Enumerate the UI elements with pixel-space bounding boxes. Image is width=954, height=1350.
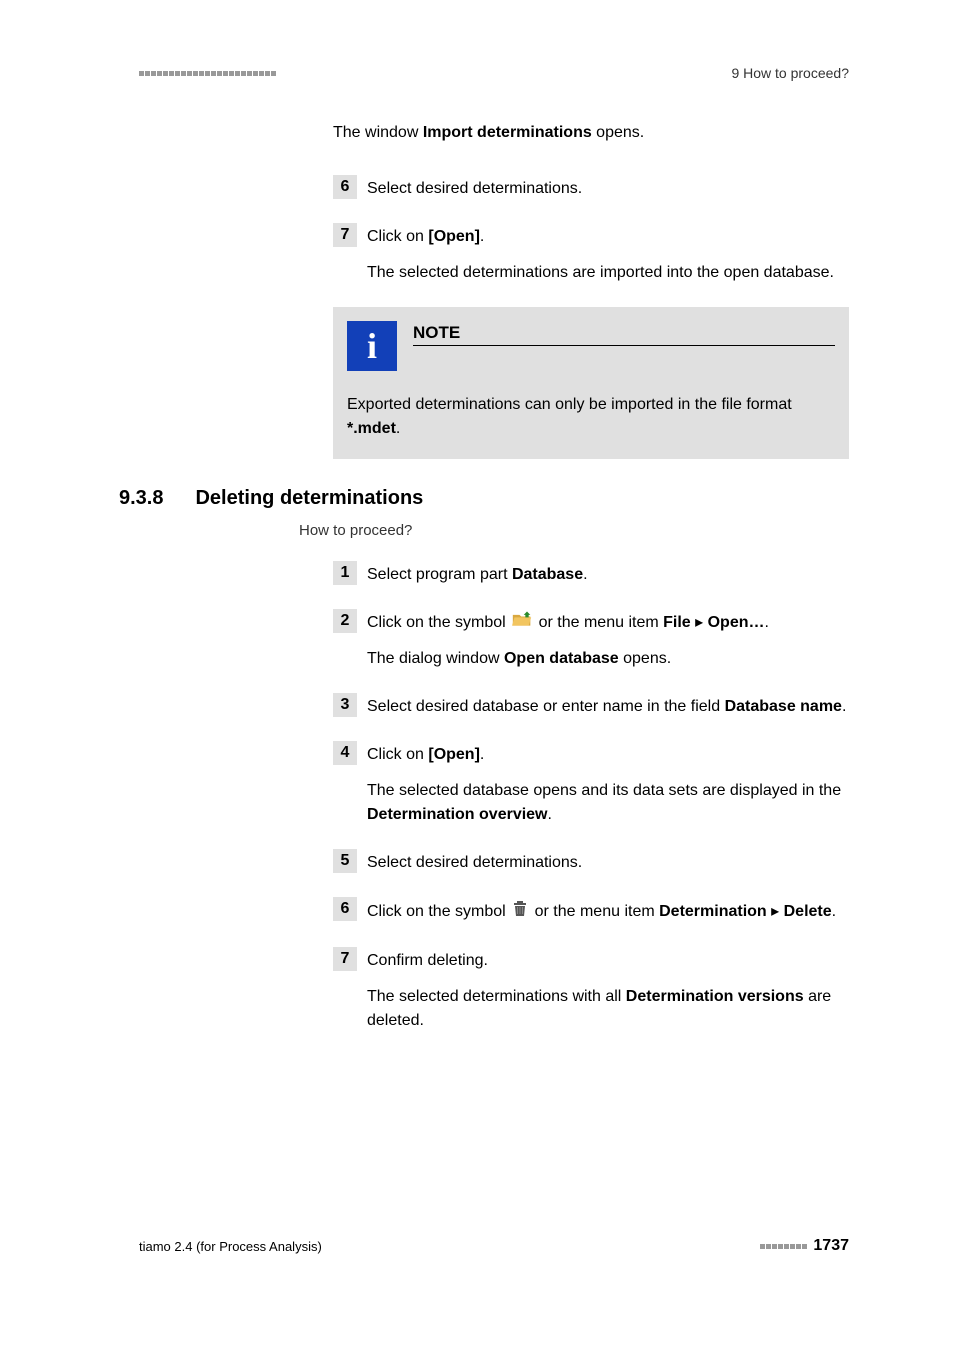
step-follow-text: The selected database opens and its data… xyxy=(367,779,849,827)
step-1: 1 Select program part Database. xyxy=(333,561,849,587)
step-5: 5 Select desired determinations. xyxy=(333,849,849,875)
note-body: Exported determinations can only be impo… xyxy=(347,393,835,441)
step-text: Click on [Open]. xyxy=(367,741,849,767)
page-header: 9 How to proceed? xyxy=(139,65,849,81)
step-number: 5 xyxy=(333,849,357,873)
step-number: 3 xyxy=(333,693,357,717)
step-follow-text: The selected determinations are imported… xyxy=(367,261,849,285)
step-7-top: 7 Click on [Open]. xyxy=(333,223,849,249)
step-text: Select desired database or enter name in… xyxy=(367,693,849,719)
section-number: 9.3.8 xyxy=(119,487,163,510)
section-heading: 9.3.8 Deleting determinations xyxy=(119,487,849,510)
section-title: Deleting determinations xyxy=(195,487,423,510)
step-number: 4 xyxy=(333,741,357,765)
step-2: 2 Click on the symbol or the menu item F… xyxy=(333,609,849,635)
section-subtitle: How to proceed? xyxy=(299,522,849,539)
step-number: 1 xyxy=(333,561,357,585)
step-7: 7 Confirm deleting. xyxy=(333,947,849,973)
step-follow-text: The selected determinations with all Det… xyxy=(367,985,849,1033)
step-number: 2 xyxy=(333,609,357,633)
info-icon: i xyxy=(347,321,397,371)
step-6-top: 6 Select desired determinations. xyxy=(333,175,849,201)
step-follow-text: The dialog window Open database opens. xyxy=(367,647,849,671)
page-footer: tiamo 2.4 (for Process Analysis) 1737 xyxy=(139,1237,849,1255)
note-title: NOTE xyxy=(413,323,835,346)
trash-icon xyxy=(512,899,528,925)
intro-text: The window Import determinations opens. xyxy=(333,121,849,145)
step-number: 6 xyxy=(333,897,357,921)
step-number: 7 xyxy=(333,947,357,971)
step-text: Select desired determinations. xyxy=(367,849,849,875)
step-text: Select desired determinations. xyxy=(367,175,849,201)
header-ornament xyxy=(139,71,276,76)
footer-page-number: 1737 xyxy=(813,1237,849,1255)
footer-ornament xyxy=(760,1244,807,1249)
step-6: 6 Click on the symbol or the menu item D… xyxy=(333,897,849,925)
header-chapter-title: 9 How to proceed? xyxy=(731,65,849,81)
step-text: Select program part Database. xyxy=(367,561,849,587)
step-text: Click on [Open]. xyxy=(367,223,849,249)
step-number: 7 xyxy=(333,223,357,247)
step-text: Click on the symbol or the menu item Det… xyxy=(367,897,849,925)
note-box: i NOTE Exported determinations can only … xyxy=(333,307,849,459)
footer-product: tiamo 2.4 (for Process Analysis) xyxy=(139,1239,322,1254)
step-3: 3 Select desired database or enter name … xyxy=(333,693,849,719)
step-number: 6 xyxy=(333,175,357,199)
step-4: 4 Click on [Open]. xyxy=(333,741,849,767)
step-text: Confirm deleting. xyxy=(367,947,849,973)
step-text: Click on the symbol or the menu item Fil… xyxy=(367,609,849,635)
open-folder-icon xyxy=(512,611,532,635)
